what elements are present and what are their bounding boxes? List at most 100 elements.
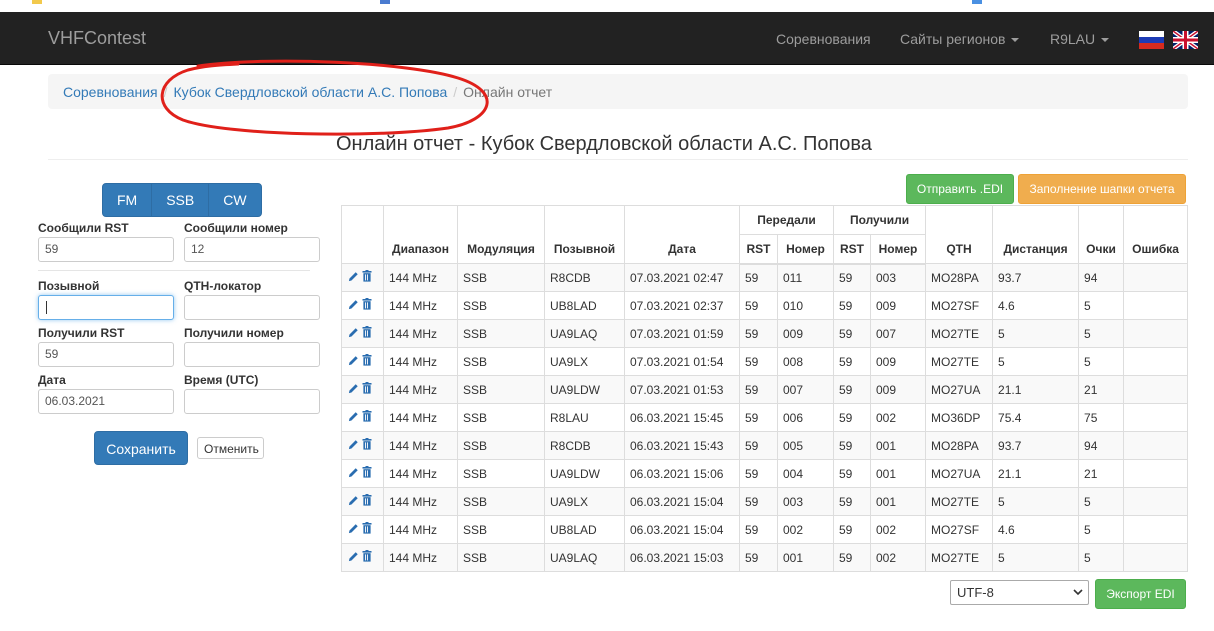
qso-log-body: 144 MHz SSB R8CDB 07.03.2021 02:47 59 011 59 00… [341, 263, 1189, 572]
cell-error [1123, 403, 1189, 432]
header-received-number: Номер [869, 234, 927, 265]
received-number-input[interactable] [184, 342, 320, 367]
cell-band: 144 MHz [383, 403, 458, 432]
edit-pencil-icon[interactable] [348, 383, 359, 397]
cell-date: 07.03.2021 02:47 [624, 263, 740, 292]
delete-trash-icon[interactable] [362, 354, 372, 369]
edit-pencil-icon[interactable] [348, 523, 359, 537]
delete-trash-icon[interactable] [362, 270, 372, 285]
delete-trash-icon[interactable] [362, 382, 372, 397]
header-sent-rst: RST [739, 234, 778, 265]
cell-call: UA9LAQ [544, 319, 625, 348]
edit-pencil-icon[interactable] [348, 327, 359, 341]
edit-pencil-icon[interactable] [348, 355, 359, 369]
brand-logo[interactable]: VHFContest [48, 28, 146, 49]
russian-flag-icon[interactable] [1139, 31, 1164, 49]
cell-band: 144 MHz [383, 515, 458, 544]
table-row: 144 MHz SSB UA9LX 06.03.2021 15:04 59 003 59 00… [341, 487, 1189, 516]
cell-error [1123, 459, 1189, 488]
browser-bookmarks-strip [0, 0, 1214, 12]
cell-s-rst: 59 [739, 459, 778, 488]
cell-error [1123, 515, 1189, 544]
cell-qth: MO27TE [925, 347, 994, 376]
cell-date: 07.03.2021 01:59 [624, 319, 740, 348]
table-row: 144 MHz SSB R8CDB 07.03.2021 02:47 59 011 59 00… [341, 263, 1189, 292]
cell-s-num: 011 [777, 263, 834, 292]
delete-trash-icon[interactable] [362, 438, 372, 453]
qth-locator-label: QTH-локатор [184, 279, 262, 293]
cell-s-num: 009 [777, 319, 834, 348]
nav-region-sites[interactable]: Сайты регионов [900, 31, 1020, 47]
breadcrumb-separator: / [163, 84, 168, 100]
cell-dist: 93.7 [992, 263, 1080, 292]
divider [38, 270, 310, 271]
cell-error [1123, 431, 1189, 460]
edit-pencil-icon[interactable] [348, 495, 359, 509]
cell-error [1123, 263, 1189, 292]
cell-r-rst: 59 [833, 543, 871, 572]
cell-s-rst: 59 [739, 319, 778, 348]
sent-rst-input[interactable]: 59 [38, 237, 174, 262]
send-edi-button[interactable]: Отправить .EDI [906, 174, 1014, 204]
cell-call: UA9LX [544, 347, 625, 376]
mode-fm-button[interactable]: FM [102, 183, 153, 217]
table-row: 144 MHz SSB UA9LDW 06.03.2021 15:06 59 004 59 0… [341, 459, 1189, 488]
delete-trash-icon[interactable] [362, 326, 372, 341]
sent-number-label: Сообщили номер [184, 221, 288, 235]
mode-ssb-button[interactable]: SSB [151, 183, 210, 217]
edit-pencil-icon[interactable] [348, 439, 359, 453]
cancel-button[interactable]: Отменить [197, 437, 264, 459]
cell-points: 5 [1078, 543, 1125, 572]
cell-r-rst: 59 [833, 263, 871, 292]
callsign-input[interactable] [38, 295, 174, 320]
qth-locator-input[interactable] [184, 295, 320, 320]
encoding-select[interactable]: UTF-8 [950, 580, 1089, 605]
cell-r-rst: 59 [833, 431, 871, 460]
table-row: 144 MHz SSB UA9LX 07.03.2021 01:54 59 008 59 00… [341, 347, 1189, 376]
nav-user-menu[interactable]: R9LAU [1050, 31, 1110, 47]
edit-pencil-icon[interactable] [348, 411, 359, 425]
received-rst-input[interactable]: 59 [38, 342, 174, 367]
cell-qth: MO27TE [925, 543, 994, 572]
nav-competitions[interactable]: Соревнования [776, 31, 871, 47]
delete-trash-icon[interactable] [362, 550, 372, 565]
delete-trash-icon[interactable] [362, 522, 372, 537]
delete-trash-icon[interactable] [362, 466, 372, 481]
cell-points: 21 [1078, 459, 1125, 488]
edit-pencil-icon[interactable] [348, 299, 359, 313]
cell-s-rst: 59 [739, 515, 778, 544]
cell-points: 5 [1078, 347, 1125, 376]
delete-trash-icon[interactable] [362, 410, 372, 425]
cell-points: 5 [1078, 515, 1125, 544]
save-button[interactable]: Сохранить [94, 431, 188, 465]
row-actions [341, 459, 384, 488]
delete-trash-icon[interactable] [362, 298, 372, 313]
delete-trash-icon[interactable] [362, 494, 372, 509]
cell-dist: 4.6 [992, 515, 1080, 544]
cell-s-rst: 59 [739, 487, 778, 516]
page-title: Онлайн отчет - Кубок Свердловской област… [336, 133, 872, 155]
edit-pencil-icon[interactable] [348, 271, 359, 285]
row-actions [341, 319, 384, 348]
uk-flag-icon[interactable] [1171, 29, 1200, 51]
breadcrumb-competitions[interactable]: Соревнования [63, 84, 158, 100]
date-input[interactable]: 06.03.2021 [38, 389, 174, 414]
mode-cw-button[interactable]: CW [208, 183, 262, 217]
cell-r-rst: 59 [833, 459, 871, 488]
cell-s-num: 003 [777, 487, 834, 516]
cell-error [1123, 375, 1189, 404]
export-edi-button[interactable]: Экспорт EDI [1095, 579, 1186, 609]
table-row: 144 MHz SSB UB8LAD 07.03.2021 02:37 59 010 59 0… [341, 291, 1189, 320]
mode-button-group: FM SSB CW [102, 183, 262, 217]
sent-number-input[interactable]: 12 [184, 237, 320, 262]
edit-pencil-icon[interactable] [348, 551, 359, 565]
time-utc-input[interactable] [184, 389, 320, 414]
breadcrumb-contest[interactable]: Кубок Свердловской области А.С. Попова [174, 84, 448, 100]
cell-mode: SSB [457, 291, 545, 320]
cell-s-rst: 59 [739, 403, 778, 432]
bookmark-icon [32, 0, 42, 4]
edit-pencil-icon[interactable] [348, 467, 359, 481]
fill-report-header-button[interactable]: Заполнение шапки отчета [1018, 174, 1186, 204]
cell-date: 07.03.2021 02:37 [624, 291, 740, 320]
cell-date: 06.03.2021 15:45 [624, 403, 740, 432]
